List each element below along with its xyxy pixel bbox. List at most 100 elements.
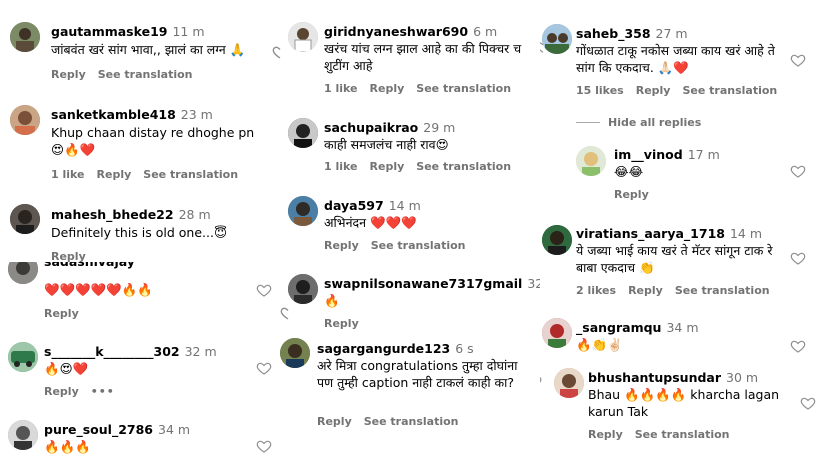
likes-count[interactable]: 1 like xyxy=(51,168,85,181)
like-heart-icon[interactable] xyxy=(800,395,816,411)
username[interactable]: sachupaikrao xyxy=(324,120,418,135)
comment-text: 🔥🔥🔥 xyxy=(44,439,91,454)
like-heart-icon[interactable] xyxy=(256,360,272,376)
avatar[interactable] xyxy=(8,342,38,372)
reply-button[interactable]: Reply xyxy=(44,307,79,320)
avatar[interactable] xyxy=(10,105,40,135)
like-heart-icon[interactable] xyxy=(256,438,272,454)
reply-button[interactable]: Reply xyxy=(51,68,86,81)
comment-item: sadashivajay ❤️❤️❤️❤️❤️🔥🔥 Reply xyxy=(0,262,280,332)
username[interactable]: mahesh_bhede22 xyxy=(51,207,174,222)
partial-heart-icon xyxy=(540,376,542,383)
reply-button[interactable]: Reply xyxy=(317,415,352,428)
comment-time: 14 m xyxy=(388,198,421,213)
comment-time: 28 m xyxy=(178,207,211,222)
avatar[interactable] xyxy=(542,24,572,54)
username[interactable]: daya597 xyxy=(324,198,384,213)
reply-button[interactable]: Reply xyxy=(636,84,671,97)
avatar[interactable] xyxy=(288,196,318,226)
partial-heart-icon xyxy=(280,307,289,320)
partial-heart-icon xyxy=(272,46,281,59)
like-heart-icon[interactable] xyxy=(256,282,272,298)
likes-count[interactable]: 1 like xyxy=(324,160,358,173)
username[interactable]: sanketkamble418 xyxy=(51,107,176,122)
username[interactable]: saheb_358 xyxy=(576,26,651,41)
comment-text: Khup chaan distay re dhoghe pn xyxy=(51,125,255,140)
comment-time: 6 s xyxy=(455,341,474,356)
username[interactable]: sagargangurde123 xyxy=(317,341,450,356)
see-translation-button[interactable]: See translation xyxy=(416,82,511,95)
username[interactable]: gautammaske19 xyxy=(51,24,167,39)
avatar[interactable] xyxy=(542,318,572,348)
see-translation-button[interactable]: See translation xyxy=(371,239,466,252)
comment-text: Bhau 🔥🔥🔥🔥 kharcha lagan karun Tak xyxy=(588,387,780,419)
avatar[interactable] xyxy=(288,274,318,304)
comment-text: अरे मित्रा congratulations तुम्हा दोघांन… xyxy=(317,358,518,390)
comment-text: खरंच यांच लग्न झाल आहे का की पिक्चर च शु… xyxy=(324,41,522,73)
more-options-button[interactable]: ••• xyxy=(91,385,115,398)
reply-button[interactable]: Reply xyxy=(614,188,649,201)
comment-text: गोंधळात टाकू नकोस जब्या काय खरं आहे ते स… xyxy=(576,43,775,75)
comment-time: 30 m xyxy=(726,370,759,385)
avatar[interactable] xyxy=(10,204,40,234)
see-translation-button[interactable]: See translation xyxy=(416,160,511,173)
see-translation-button[interactable]: See translation xyxy=(143,168,238,181)
comment-time: 17 m xyxy=(687,147,720,162)
see-translation-button[interactable]: See translation xyxy=(682,84,777,97)
reply-button[interactable]: Reply xyxy=(628,284,663,297)
comment-time: 11 m xyxy=(172,24,205,39)
avatar[interactable] xyxy=(288,118,318,148)
comment-emoji: 😍🔥❤️ xyxy=(51,142,96,157)
username[interactable]: swapnilsonawane7317gmail xyxy=(324,276,522,291)
username[interactable]: im__vinod xyxy=(614,147,683,162)
avatar[interactable] xyxy=(576,146,606,176)
likes-count[interactable]: 15 likes xyxy=(576,84,624,97)
reply-button[interactable]: Reply xyxy=(370,160,405,173)
reply-button[interactable]: Reply xyxy=(588,428,623,441)
comments-column-3: saheb_358 27 m गोंधळात टाकू नकोस जब्या का… xyxy=(540,0,830,466)
comment-time: 32 m xyxy=(184,344,217,359)
comment-text: जांबवंत खरं सांग भावा,, झालं का लग्न 🙏 xyxy=(51,42,246,57)
username[interactable]: bhushantupsundar xyxy=(588,370,721,385)
comment-text: 🔥 xyxy=(324,293,340,308)
like-heart-icon[interactable] xyxy=(790,250,806,266)
like-heart-icon[interactable] xyxy=(790,338,806,354)
username[interactable]: _sangramqu xyxy=(576,320,661,335)
avatar[interactable] xyxy=(542,225,572,255)
avatar[interactable] xyxy=(288,22,318,52)
see-translation-button[interactable]: See translation xyxy=(675,284,770,297)
reply-button[interactable]: Reply xyxy=(97,168,132,181)
username[interactable]: sadashivajay xyxy=(44,262,135,269)
reply-button[interactable]: Reply xyxy=(44,385,79,398)
comment-text: 😂😂 xyxy=(614,164,644,179)
comment-text: काही समजलंच नाही राव😍 xyxy=(324,137,449,152)
comment-text: ये जब्या भाई काय खरं ते मॅटर सांगून टाक … xyxy=(576,243,773,275)
avatar[interactable] xyxy=(554,368,584,398)
username[interactable]: s_______k________302 xyxy=(44,344,180,359)
see-translation-button[interactable]: See translation xyxy=(635,428,730,441)
reply-button[interactable]: Reply xyxy=(370,82,405,95)
see-translation-button[interactable]: See translation xyxy=(98,68,193,81)
comment-time: 14 m xyxy=(729,226,763,241)
comment-time: 27 m xyxy=(655,26,688,41)
like-heart-icon[interactable] xyxy=(790,52,806,68)
username[interactable]: pure_soul_2786 xyxy=(44,422,153,437)
username[interactable]: giridnyaneshwar690 xyxy=(324,24,468,39)
username[interactable]: viratians_aarya_1718 xyxy=(576,226,725,241)
likes-count[interactable]: 2 likes xyxy=(576,284,616,297)
reply-button[interactable]: Reply xyxy=(324,239,359,252)
hide-all-replies-button[interactable]: Hide all replies xyxy=(608,116,701,129)
avatar[interactable] xyxy=(280,338,310,368)
comment-text: 🔥😍❤️ xyxy=(44,361,89,376)
avatar[interactable] xyxy=(8,262,38,284)
like-heart-icon[interactable] xyxy=(790,163,806,179)
likes-count[interactable]: 1 like xyxy=(324,82,358,95)
comment-time: 32 m xyxy=(527,276,540,291)
avatar[interactable] xyxy=(10,22,40,52)
avatar[interactable] xyxy=(8,420,38,450)
see-translation-button[interactable]: See translation xyxy=(364,415,459,428)
comments-column-2: giridnyaneshwar690 6 m खरंच यांच लग्न झाल… xyxy=(280,0,540,466)
reply-button[interactable]: Reply xyxy=(324,317,359,330)
comment-text: 🔥👏✌🏻 xyxy=(576,337,623,352)
comment-text: ❤️❤️❤️❤️❤️🔥🔥 xyxy=(44,282,153,297)
